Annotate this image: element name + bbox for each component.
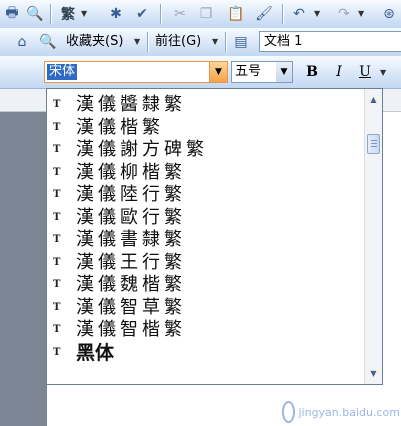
toolbar-separator xyxy=(282,4,283,24)
font-name-label: 漢儀楷繁 xyxy=(76,116,164,138)
chevron-down-icon[interactable]: ▼ xyxy=(209,62,227,82)
font-name-label: 漢儀王行繁 xyxy=(76,251,186,273)
document-margin-area xyxy=(0,89,47,426)
format-painter-icon[interactable]: 🖌 xyxy=(254,4,274,24)
truetype-font-icon: T xyxy=(53,211,61,223)
chevron-down-icon[interactable]: ▼ xyxy=(358,9,364,18)
ruler xyxy=(383,89,401,112)
toolbar-separator xyxy=(225,32,226,52)
font-name-label: 漢儀書隸繁 xyxy=(76,229,186,250)
font-list-item[interactable]: T 漢儀智草繁 xyxy=(47,297,365,320)
underline-button[interactable]: U xyxy=(355,63,375,81)
favorites-menu[interactable]: 收藏夹(S) xyxy=(66,34,123,50)
research-icon[interactable]: ✱ xyxy=(106,4,126,24)
standard-toolbar: 🖶 🔍 繁 ▼ ✱ ✔ ✂ ❐ 📋 🖌 ↶ ▼ ↷ ▼ ⊛ xyxy=(0,0,401,29)
font-size-value[interactable]: 五号 xyxy=(235,64,261,80)
goto-menu[interactable]: 前往(G) xyxy=(155,34,201,50)
toolbar-separator xyxy=(50,4,51,24)
scroll-down-icon[interactable]: ▼ xyxy=(365,365,382,382)
truetype-font-icon: T xyxy=(53,144,61,155)
traditional-chinese-button[interactable]: 繁 xyxy=(58,4,78,24)
toolbar-separator xyxy=(160,4,161,24)
font-name-label: 黑体 xyxy=(76,341,115,364)
truetype-font-icon: T xyxy=(53,166,61,178)
italic-button[interactable]: I xyxy=(329,63,349,81)
font-dropdown-list[interactable]: T 漢儀醬隸繁 T 漢儀楷繁 T 漢儀謝方碑繁 T 漢儀柳楷繁 T 漢儀陸行繁 T 漢儀歐行繁 T 漢儀書… xyxy=(46,88,383,385)
chevron-down-icon[interactable]: ▼ xyxy=(81,9,87,18)
chevron-down-icon[interactable]: ▼ xyxy=(212,37,218,46)
font-list-item[interactable]: T 漢儀陸行繁 xyxy=(47,184,365,207)
truetype-font-icon: T xyxy=(53,301,61,313)
font-name-combobox[interactable]: 宋体 ▼ xyxy=(44,61,228,83)
truetype-font-icon: T xyxy=(53,279,61,290)
font-name-label: 漢儀智楷繁 xyxy=(76,319,186,340)
font-list-item[interactable]: T 黑体 xyxy=(47,342,365,365)
scroll-up-icon[interactable]: ▲ xyxy=(365,91,382,108)
font-list-item[interactable]: T 漢儀智楷繁 xyxy=(47,319,365,342)
font-name-label: 漢儀智草繁 xyxy=(76,296,186,318)
bold-button[interactable]: B xyxy=(302,63,322,81)
font-list-item[interactable]: T 漢儀柳楷繁 xyxy=(47,162,365,185)
font-name-label: 漢儀歐行繁 xyxy=(76,206,186,228)
truetype-font-icon: T xyxy=(53,121,61,133)
truetype-font-icon: T xyxy=(53,346,61,358)
vertical-scrollbar[interactable]: ▲ ▼ xyxy=(364,89,382,384)
font-list-item[interactable]: T 漢儀楷繁 xyxy=(47,117,365,140)
chevron-down-icon[interactable]: ▼ xyxy=(314,9,320,18)
address-field[interactable]: 文档 1 xyxy=(259,31,401,52)
ruler xyxy=(0,89,47,112)
copy-icon[interactable]: ❐ xyxy=(196,4,216,24)
search-web-icon[interactable]: 🔍 xyxy=(38,32,58,52)
print-icon[interactable]: 🖶 xyxy=(2,4,22,24)
baidu-paw-icon xyxy=(282,401,296,423)
hyperlink-icon[interactable]: ⊛ xyxy=(379,4,399,24)
home-icon[interactable]: ⌂ xyxy=(12,32,32,52)
document-page-area xyxy=(383,89,401,426)
scroll-thumb[interactable] xyxy=(367,134,380,154)
spellcheck-icon[interactable]: ✔ xyxy=(132,4,152,24)
truetype-font-icon: T xyxy=(53,99,61,110)
truetype-font-icon: T xyxy=(53,256,61,268)
chevron-down-icon[interactable]: ▼ xyxy=(134,37,140,46)
font-name-label: 漢儀魏楷繁 xyxy=(76,274,186,295)
print-preview-icon[interactable]: 🔍 xyxy=(25,4,45,24)
font-name-label: 漢儀謝方碑繁 xyxy=(76,139,208,160)
font-name-label: 漢儀柳楷繁 xyxy=(76,161,186,183)
font-name-label: 漢儀陸行繁 xyxy=(76,184,186,205)
font-list-item[interactable]: T 漢儀書隸繁 xyxy=(47,229,365,252)
baidu-jingyan-watermark: jingyan.baidu.com xyxy=(282,400,400,424)
show-web-toolbar-icon[interactable]: ▤ xyxy=(231,32,251,52)
undo-icon[interactable]: ↶ xyxy=(289,4,309,24)
formatting-toolbar: 宋体 ▼ 五号 ▼ B I U ▼ xyxy=(0,56,401,89)
font-name-label: 漢儀醬隸繁 xyxy=(76,94,186,115)
toolbar-separator xyxy=(147,32,148,52)
font-list-items: T 漢儀醬隸繁 T 漢儀楷繁 T 漢儀謝方碑繁 T 漢儀柳楷繁 T 漢儀陸行繁 T 漢儀歐行繁 T 漢儀書… xyxy=(47,94,365,364)
truetype-font-icon: T xyxy=(53,189,61,200)
cut-icon[interactable]: ✂ xyxy=(170,4,190,24)
truetype-font-icon: T xyxy=(53,234,61,245)
chevron-down-icon[interactable]: ▼ xyxy=(380,68,386,77)
font-list-item[interactable]: T 漢儀謝方碑繁 xyxy=(47,139,365,162)
font-size-combobox[interactable]: 五号 ▼ xyxy=(231,61,293,83)
truetype-font-icon: T xyxy=(53,324,61,335)
font-list-item[interactable]: T 漢儀王行繁 xyxy=(47,252,365,275)
watermark-text: jingyan.baidu.com xyxy=(298,405,400,419)
chevron-down-icon[interactable]: ▼ xyxy=(276,62,292,82)
paste-icon[interactable]: 📋 xyxy=(226,4,246,24)
font-list-item[interactable]: T 漢儀醬隸繁 xyxy=(47,94,365,117)
font-list-item[interactable]: T 漢儀魏楷繁 xyxy=(47,274,365,297)
redo-icon[interactable]: ↷ xyxy=(334,4,354,24)
font-list-item[interactable]: T 漢儀歐行繁 xyxy=(47,207,365,230)
font-name-value[interactable]: 宋体 xyxy=(47,64,78,80)
web-toolbar: ⌂ 🔍 收藏夹(S) ▼ 前往(G) ▼ ▤ 文档 1 xyxy=(0,28,401,57)
